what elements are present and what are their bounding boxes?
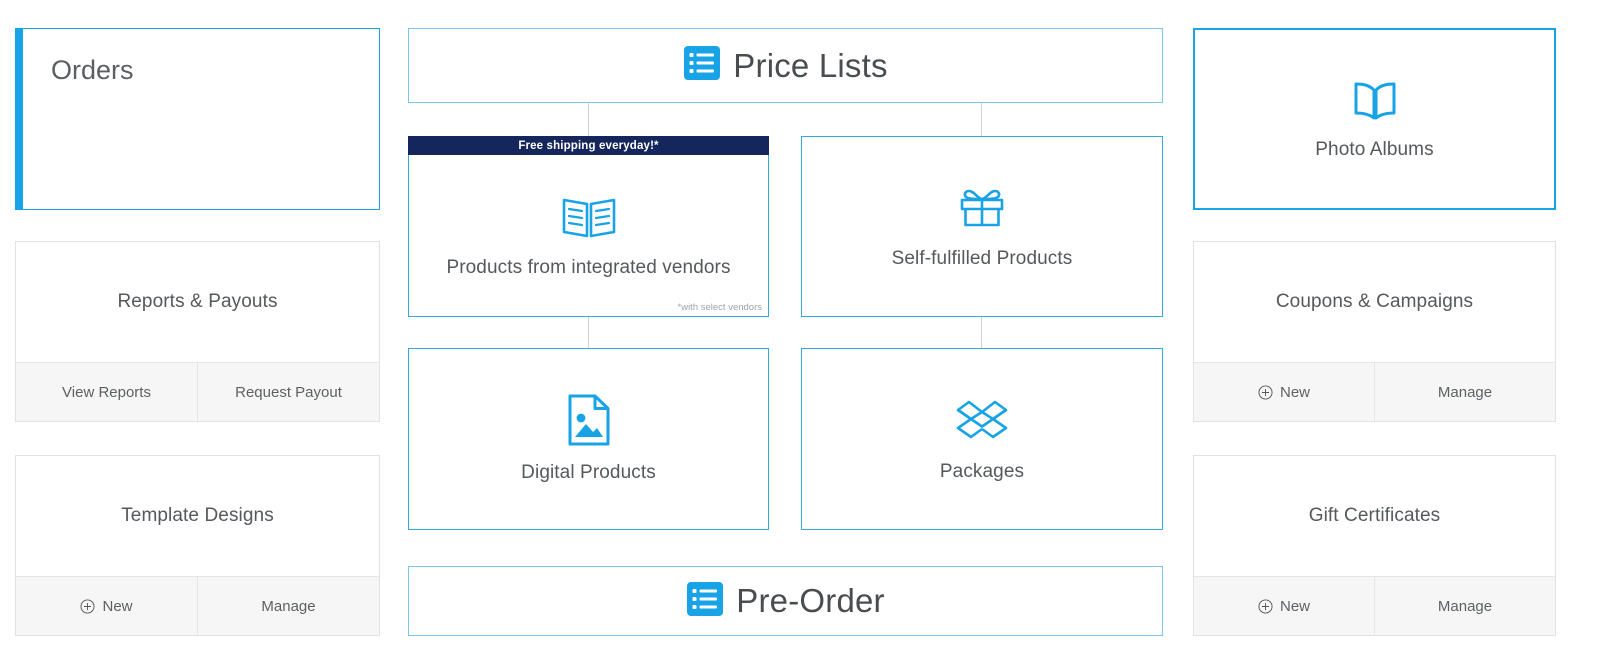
pre-order-header-inner: Pre-Order <box>409 567 1162 635</box>
card-template-designs-title: Template Designs <box>121 505 274 527</box>
card-digital-products-body: Digital Products <box>409 349 768 529</box>
list-icon <box>686 580 724 623</box>
template-designs-new-button[interactable]: New <box>16 577 197 635</box>
dashboard-board: Orders Reports & Payouts View Reports Re… <box>0 0 1600 666</box>
request-payout-button[interactable]: Request Payout <box>197 363 379 421</box>
card-reports-payouts-body: Reports & Payouts <box>16 242 379 362</box>
card-products-integrated-vendors-title: Products from integrated vendors <box>446 256 731 278</box>
card-photo-albums[interactable]: Photo Albums <box>1193 28 1556 210</box>
connector-pricelists-to-right <box>981 103 982 136</box>
view-reports-button[interactable]: View Reports <box>16 363 197 421</box>
gift-certificates-new-button[interactable]: New <box>1194 577 1374 635</box>
coupons-manage-label: Manage <box>1437 383 1493 401</box>
template-designs-new-label: New <box>102 597 133 615</box>
plus-circle-icon <box>1258 384 1273 400</box>
card-template-designs-footer: New Manage <box>16 576 379 635</box>
coupons-new-button[interactable]: New <box>1194 363 1374 421</box>
open-package-icon <box>955 394 1009 446</box>
pre-order-header-title: Pre-Order <box>736 582 885 619</box>
card-digital-products-title: Digital Products <box>521 462 656 484</box>
card-orders-title: Orders <box>51 55 134 85</box>
card-packages-title: Packages <box>939 461 1025 483</box>
card-pre-order-header[interactable]: Pre-Order <box>408 566 1163 636</box>
card-reports-payouts-footer: View Reports Request Payout <box>16 362 379 421</box>
open-book-lines-icon <box>560 192 618 242</box>
connector-pricelists-to-left <box>588 103 589 136</box>
card-self-fulfilled-products-body: Self-fulfilled Products <box>802 137 1162 316</box>
gift-certificates-manage-button[interactable]: Manage <box>1374 577 1555 635</box>
template-designs-manage-label: Manage <box>261 597 316 615</box>
list-icon <box>683 44 721 87</box>
coupons-new-label: New <box>1279 383 1310 401</box>
card-packages-body: Packages <box>802 349 1162 529</box>
card-coupons-campaigns-title: Coupons & Campaigns <box>1275 291 1474 313</box>
card-template-designs-body: Template Designs <box>16 456 379 576</box>
image-document-icon <box>566 393 612 447</box>
card-photo-albums-body: Photo Albums <box>1195 30 1554 208</box>
connector-vendors-to-digital <box>588 317 589 348</box>
card-coupons-campaigns-footer: New Manage <box>1194 362 1555 421</box>
vendors-footnote: *with select vendors <box>677 302 762 313</box>
card-price-lists-header[interactable]: Price Lists <box>408 28 1163 103</box>
card-products-integrated-vendors-body: Products from integrated vendors <box>409 137 768 316</box>
plus-circle-icon <box>1258 598 1273 614</box>
card-gift-certificates-footer: New Manage <box>1194 576 1555 635</box>
plus-circle-icon <box>80 598 96 614</box>
card-self-fulfilled-products[interactable]: Self-fulfilled Products <box>801 136 1163 317</box>
gift-certificates-new-label: New <box>1279 597 1310 615</box>
card-coupons-campaigns-body: Coupons & Campaigns <box>1194 242 1555 362</box>
card-packages[interactable]: Packages <box>801 348 1163 530</box>
open-book-icon <box>1350 76 1400 124</box>
card-gift-certificates[interactable]: Gift Certificates New Manage <box>1193 455 1556 636</box>
card-template-designs[interactable]: Template Designs New Manage <box>15 455 380 636</box>
free-shipping-banner-text: Free shipping everyday!* <box>518 139 659 152</box>
card-orders[interactable]: Orders <box>15 28 380 210</box>
request-payout-label: Request Payout <box>235 383 342 401</box>
free-shipping-banner: Free shipping everyday!* <box>408 136 769 155</box>
template-designs-manage-button[interactable]: Manage <box>197 577 379 635</box>
gift-certificates-manage-label: Manage <box>1437 597 1493 615</box>
card-reports-payouts[interactable]: Reports & Payouts View Reports Request P… <box>15 241 380 422</box>
coupons-manage-button[interactable]: Manage <box>1374 363 1555 421</box>
price-lists-header-title: Price Lists <box>733 46 888 84</box>
card-reports-payouts-title: Reports & Payouts <box>117 291 278 313</box>
card-products-integrated-vendors[interactable]: Free shipping everyday!* Products from i… <box>408 136 769 317</box>
card-gift-certificates-title: Gift Certificates <box>1308 505 1441 527</box>
gift-box-icon <box>954 183 1010 233</box>
card-photo-albums-title: Photo Albums <box>1315 139 1434 161</box>
view-reports-label: View Reports <box>62 383 151 401</box>
card-self-fulfilled-products-title: Self-fulfilled Products <box>891 247 1073 269</box>
card-gift-certificates-body: Gift Certificates <box>1194 456 1555 576</box>
price-lists-header-inner: Price Lists <box>409 29 1162 102</box>
connector-selffulfilled-to-packages <box>981 317 982 348</box>
card-digital-products[interactable]: Digital Products <box>408 348 769 530</box>
card-coupons-campaigns[interactable]: Coupons & Campaigns New Manage <box>1193 241 1556 422</box>
